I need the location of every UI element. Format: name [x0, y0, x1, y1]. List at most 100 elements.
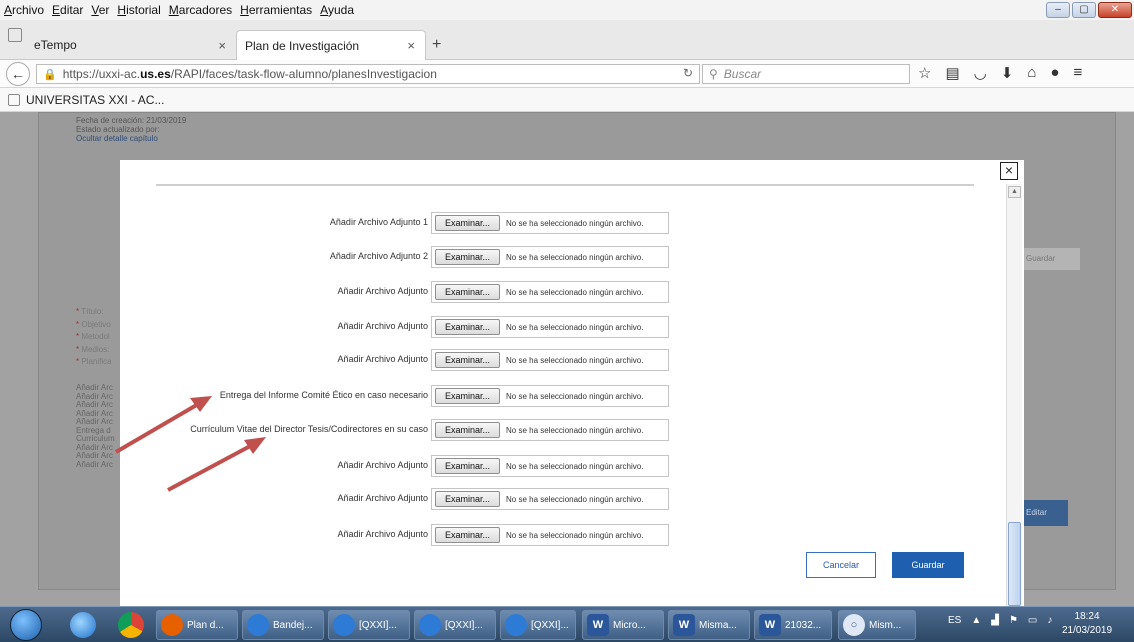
scroll-thumb[interactable]: [1008, 522, 1021, 606]
taskbar-item-outlook[interactable]: Bandej...: [242, 610, 324, 640]
no-file-text: No se ha seleccionado ningún archivo.: [506, 494, 644, 504]
menu-historial[interactable]: Historial: [117, 3, 160, 17]
attachment-row-director-cv: Currículum Vitae del Director Tesis/Codi…: [120, 419, 980, 441]
menu-editar[interactable]: Editar: [52, 3, 83, 17]
taskbar-item-search[interactable]: ○ Mism...: [838, 610, 916, 640]
start-button-icon[interactable]: [10, 609, 42, 641]
home-icon[interactable]: ⌂: [1027, 64, 1036, 82]
divider: [156, 184, 974, 186]
maximize-icon[interactable]: ▢: [1072, 2, 1096, 18]
new-tab-icon[interactable]: +: [432, 36, 441, 54]
download-icon[interactable]: ⬇: [1001, 64, 1014, 82]
scroll-up-arrow-icon[interactable]: ▲: [1008, 186, 1021, 198]
browse-button[interactable]: Examinar...: [435, 215, 500, 231]
taskbar-item-qxxi[interactable]: [QXXI]...: [500, 610, 576, 640]
taskbar-item-firefox[interactable]: Plan d...: [156, 610, 238, 640]
back-arrow-icon[interactable]: ←: [6, 62, 30, 86]
cancel-button[interactable]: Cancelar: [806, 552, 876, 578]
clock-time: 18:24: [1074, 611, 1100, 622]
save-button[interactable]: Guardar: [892, 552, 964, 578]
tab-close-icon[interactable]: ×: [407, 38, 415, 53]
bookmarks-bar: UNIVERSITAS XXI - AC...: [0, 88, 1134, 112]
attachment-row: Añadir Archivo Adjunto Examinar... No se …: [120, 488, 980, 510]
attachment-label: Añadir Archivo Adjunto: [337, 354, 428, 364]
reading-list-icon[interactable]: ▤: [945, 64, 959, 82]
file-input[interactable]: Examinar... No se ha seleccionado ningún …: [431, 212, 669, 234]
file-input[interactable]: Examinar... No se ha seleccionado ningún …: [431, 455, 669, 477]
browse-button[interactable]: Examinar...: [435, 422, 500, 438]
taskbar-item-word[interactable]: W Misma...: [668, 610, 750, 640]
attachment-row: Añadir Archivo Adjunto Examinar... No se …: [120, 455, 980, 477]
field-label: * Metodol: [76, 332, 110, 341]
bookmark-star-icon[interactable]: ☆: [918, 64, 931, 82]
search-icon: ⚲: [709, 67, 718, 81]
search-input[interactable]: ⚲ Buscar: [702, 64, 910, 84]
field-label: * Planifica: [76, 357, 112, 366]
url-prefix: https://uxxi-ac.: [62, 67, 141, 81]
file-input[interactable]: Examinar... No se ha seleccionado ningún …: [431, 385, 669, 407]
hide-chapter-link[interactable]: Ocultar detalle capítulo: [76, 134, 186, 143]
attachment-label: Añadir Archivo Adjunto: [337, 493, 428, 503]
browse-button[interactable]: Examinar...: [435, 352, 500, 368]
file-input[interactable]: Examinar... No se ha seleccionado ningún …: [431, 316, 669, 338]
taskbar-item-word[interactable]: W 21032...: [754, 610, 832, 640]
clock[interactable]: 18:24 21/03/2019: [1062, 610, 1112, 638]
url-bar[interactable]: 🔒 https://uxxi-ac. us.es/RAPI/faces/task-…: [36, 64, 700, 84]
mail-icon: [505, 614, 527, 636]
browse-button[interactable]: Examinar...: [435, 249, 500, 265]
hamburger-menu-icon[interactable]: ≡: [1073, 64, 1082, 82]
menu-herramientas[interactable]: Herramientas: [240, 3, 312, 17]
menu-marcadores[interactable]: Marcadores: [169, 3, 232, 17]
tray-expand-icon[interactable]: ▲: [971, 615, 981, 626]
attachment-row: Añadir Archivo Adjunto Examinar... No se …: [120, 524, 980, 546]
no-file-text: No se ha seleccionado ningún archivo.: [506, 218, 644, 228]
url-path: /RAPI/faces/task-flow-alumno/planesInves…: [170, 67, 437, 81]
internet-explorer-icon[interactable]: [70, 612, 96, 638]
dialog-scrollbar[interactable]: ▲: [1006, 184, 1022, 606]
dialog-close-icon[interactable]: ×: [1000, 162, 1018, 180]
tab-close-icon[interactable]: ×: [218, 38, 226, 53]
taskbar-item-qxxi[interactable]: [QXXI]...: [414, 610, 496, 640]
browse-button[interactable]: Examinar...: [435, 458, 500, 474]
file-input[interactable]: Examinar... No se ha seleccionado ningún …: [431, 488, 669, 510]
browse-button[interactable]: Examinar...: [435, 284, 500, 300]
reload-icon[interactable]: ↻: [683, 66, 693, 80]
no-file-text: No se ha seleccionado ningún archivo.: [506, 391, 644, 401]
battery-icon[interactable]: ▭: [1028, 615, 1037, 626]
file-input[interactable]: Examinar... No se ha seleccionado ningún …: [431, 281, 669, 303]
tab-etempo[interactable]: eTempo ×: [26, 30, 236, 60]
background-attachment-list: Añadir Arc Añadir Arc Añadir Arc Añadir …: [76, 383, 115, 469]
file-input[interactable]: Examinar... No se ha seleccionado ningún …: [431, 524, 669, 546]
minimize-icon[interactable]: –: [1046, 2, 1070, 18]
pocket-icon[interactable]: ◡: [974, 64, 987, 82]
file-input[interactable]: Examinar... No se ha seleccionado ningún …: [431, 246, 669, 268]
background-meta: Fecha de creación: 21/03/2019 Estado act…: [76, 116, 186, 143]
network-icon[interactable]: ▟: [991, 615, 999, 626]
no-file-text: No se ha seleccionado ningún archivo.: [506, 252, 644, 262]
action-center-icon[interactable]: ⚑: [1009, 615, 1018, 626]
attachment-row: Añadir Archivo Adjunto 1 Examinar... No s…: [120, 212, 980, 234]
menu-ayuda[interactable]: Ayuda: [320, 3, 354, 17]
tab-group-icon[interactable]: [8, 28, 22, 42]
file-input[interactable]: Examinar... No se ha seleccionado ningún …: [431, 419, 669, 441]
chrome-icon[interactable]: [118, 612, 144, 638]
window-close-icon[interactable]: ✕: [1098, 2, 1132, 18]
menu-archivo[interactable]: Archivo: [4, 3, 44, 17]
tab-plan-investigacion[interactable]: Plan de Investigación ×: [236, 30, 426, 60]
no-file-text: No se ha seleccionado ningún archivo.: [506, 461, 644, 471]
volume-icon[interactable]: ♪: [1047, 615, 1052, 626]
browse-button[interactable]: Examinar...: [435, 319, 500, 335]
background-save-button: Guardar: [1020, 248, 1080, 270]
language-indicator[interactable]: ES: [948, 615, 961, 626]
tab-bar: eTempo × Plan de Investigación × +: [0, 20, 1134, 60]
browse-button[interactable]: Examinar...: [435, 388, 500, 404]
file-input[interactable]: Examinar... No se ha seleccionado ningún …: [431, 349, 669, 371]
chat-icon[interactable]: ●: [1050, 64, 1059, 82]
no-file-text: No se ha seleccionado ningún archivo.: [506, 355, 644, 365]
browse-button[interactable]: Examinar...: [435, 491, 500, 507]
taskbar-item-word[interactable]: W Micro...: [582, 610, 664, 640]
taskbar-item-qxxi[interactable]: [QXXI]...: [328, 610, 410, 640]
bookmark-universitas[interactable]: UNIVERSITAS XXI - AC...: [26, 93, 164, 107]
menu-ver[interactable]: Ver: [91, 3, 109, 17]
browse-button[interactable]: Examinar...: [435, 527, 500, 543]
